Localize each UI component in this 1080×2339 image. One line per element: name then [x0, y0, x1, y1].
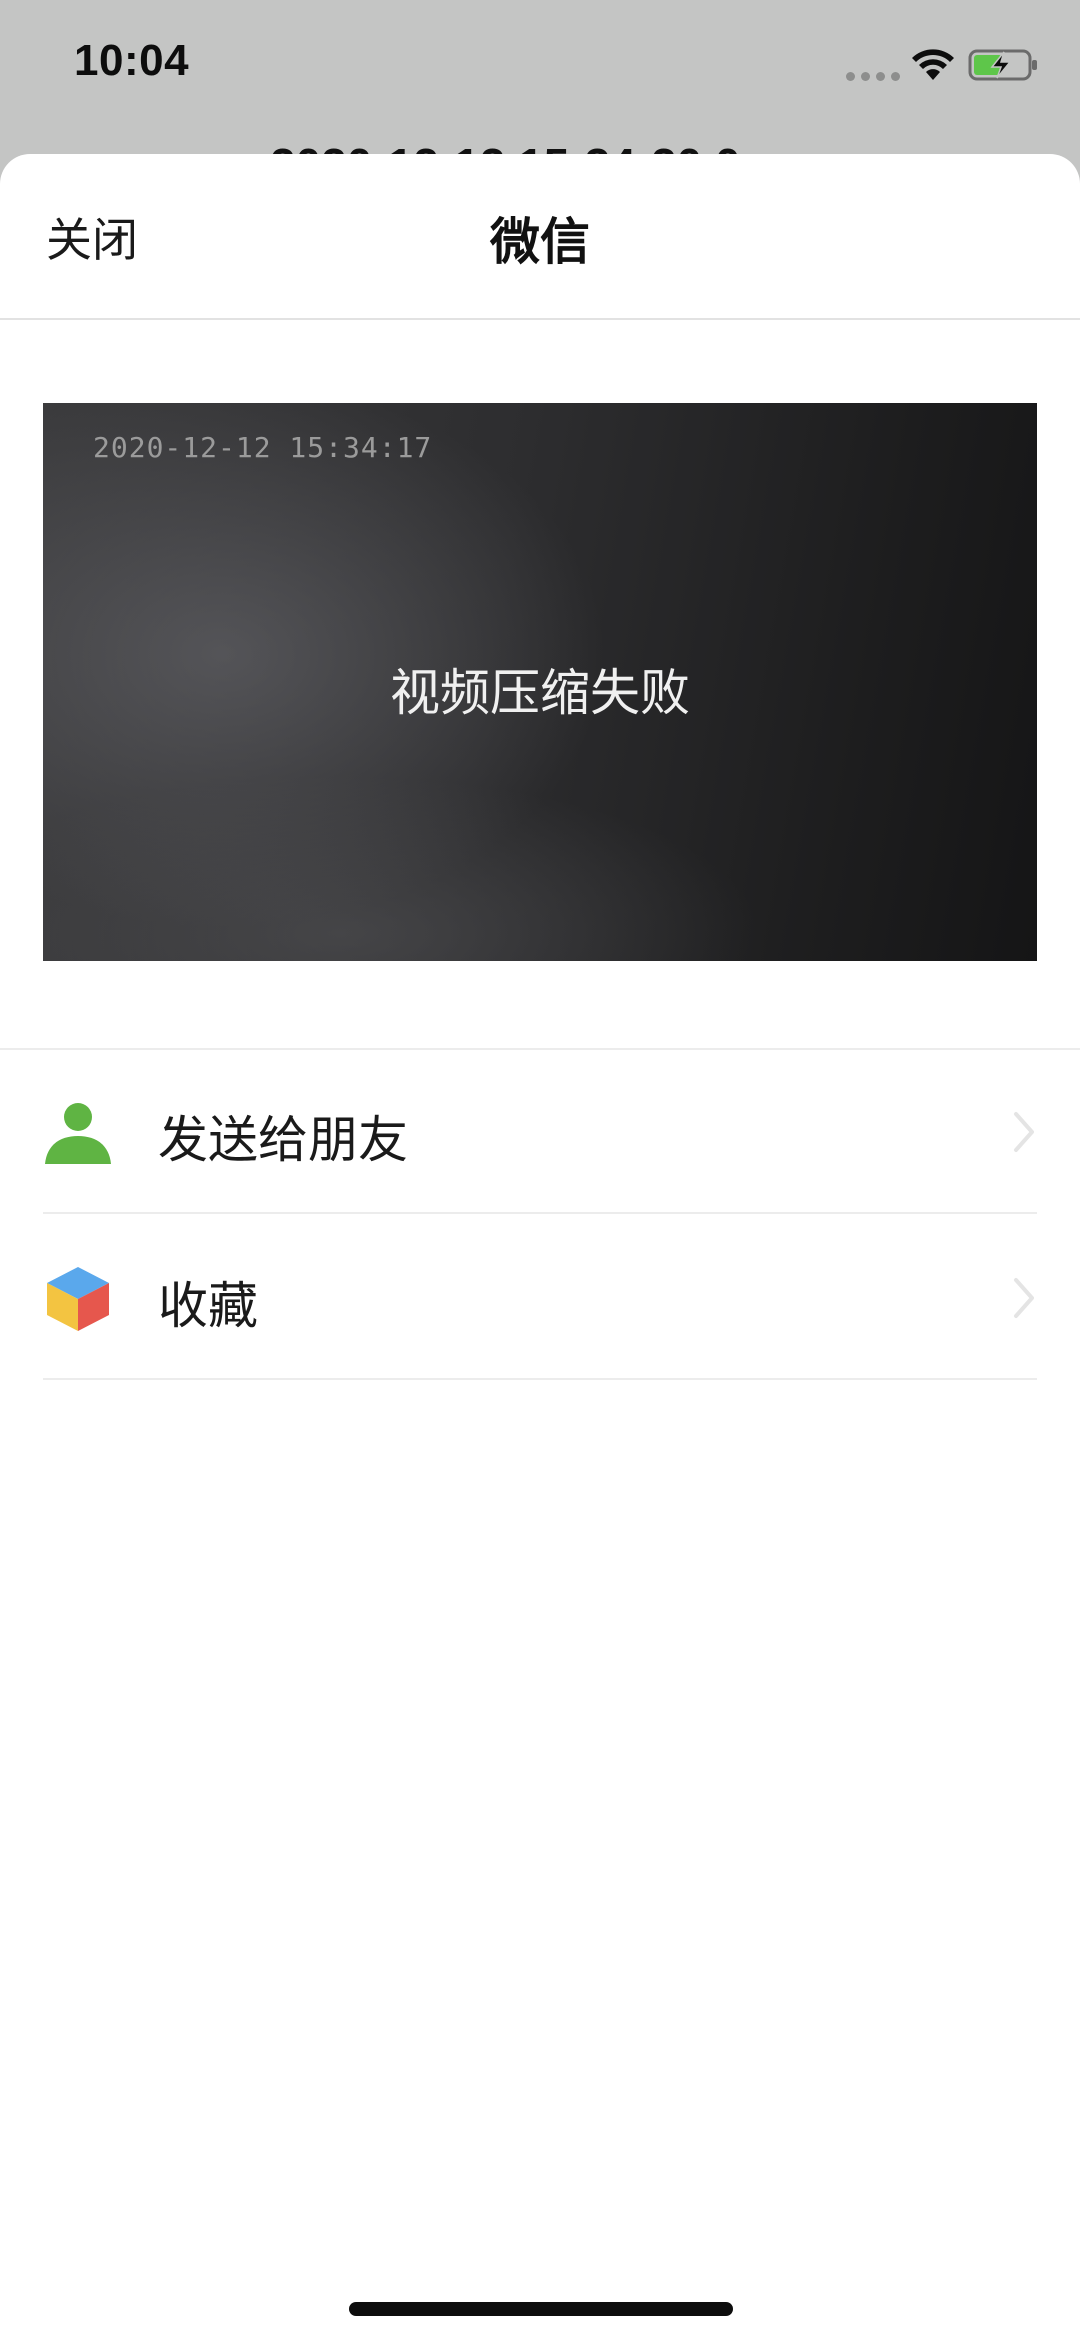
home-indicator[interactable]	[349, 2302, 733, 2316]
video-preview[interactable]: 2020-12-12 15:34:17 视频压缩失败	[43, 403, 1037, 961]
video-timestamp: 2020-12-12 15:34:17	[93, 431, 433, 464]
send-to-friend-row[interactable]: 发送给朋友	[0, 1050, 1080, 1214]
cellular-signal-icon	[846, 72, 900, 81]
row-divider	[43, 1212, 1037, 1214]
status-time: 10:04	[74, 36, 190, 85]
battery-charging-icon	[968, 49, 1037, 81]
chevron-right-icon	[1014, 1112, 1034, 1152]
chevron-right-icon	[1014, 1278, 1034, 1318]
wifi-icon	[912, 49, 954, 80]
sheet-header: 关闭 微信	[0, 154, 1080, 320]
person-icon	[45, 1103, 111, 1164]
status-bar: 10:04 2020-12-12 15:34:20.0	[0, 0, 1080, 191]
share-sheet: 关闭 微信 2020-12-12 15:34:17 视频压缩失败 发送给朋友 收…	[0, 154, 1080, 2339]
row-label: 收藏	[158, 1277, 258, 1335]
video-error-message: 视频压缩失败	[390, 664, 690, 722]
row-label: 发送给朋友	[158, 1111, 408, 1169]
favorite-row[interactable]: 收藏	[0, 1216, 1080, 1380]
cube-icon	[47, 1267, 109, 1331]
sheet-title: 微信	[490, 213, 590, 271]
row-divider	[43, 1378, 1037, 1380]
